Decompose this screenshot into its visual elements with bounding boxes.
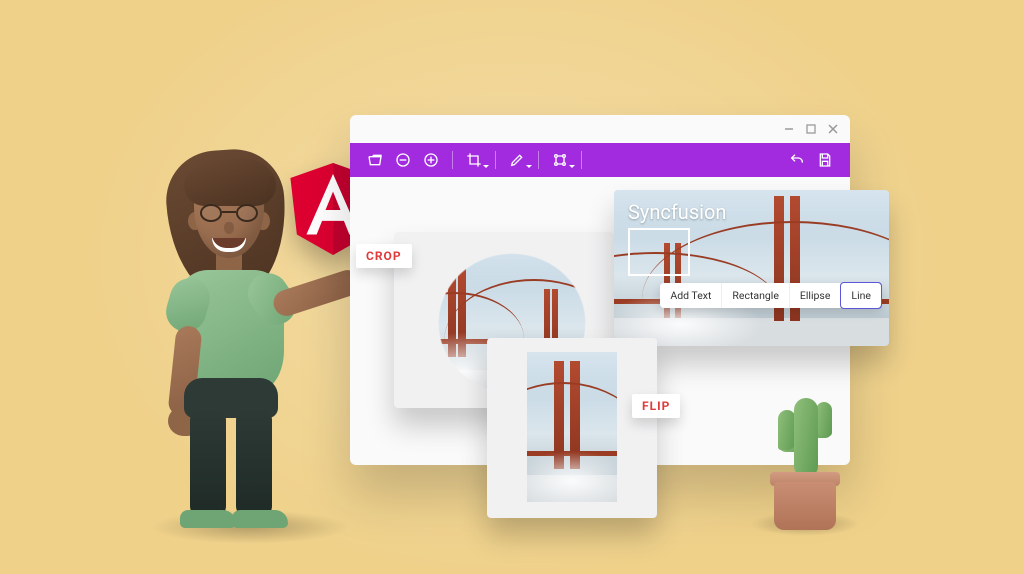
annotation-title: Syncfusion — [628, 200, 726, 224]
annotate-icon[interactable] — [504, 147, 530, 173]
close-button[interactable] — [826, 122, 840, 136]
annotation-shape-picker: Add Text Rectangle Ellipse Line — [660, 283, 881, 308]
open-icon[interactable] — [362, 147, 388, 173]
annotation-preview-card: Syncfusion Add Text Rectangle Ellipse Li… — [614, 190, 889, 346]
transform-icon[interactable] — [547, 147, 573, 173]
flip-tag: FLIP — [632, 394, 680, 418]
annotation-rectangle-overlay — [628, 228, 690, 276]
flip-preview-card — [487, 338, 657, 518]
minimize-button[interactable] — [782, 122, 796, 136]
cactus-illustration — [760, 380, 850, 530]
window-titlebar — [350, 115, 850, 143]
zoom-out-icon[interactable] — [390, 147, 416, 173]
crop-icon[interactable] — [461, 147, 487, 173]
crop-tag: CROP — [356, 244, 412, 268]
annotation-option-add-text[interactable]: Add Text — [660, 283, 722, 308]
annotation-option-rectangle[interactable]: Rectangle — [722, 283, 790, 308]
annotation-option-ellipse[interactable]: Ellipse — [790, 283, 842, 308]
maximize-button[interactable] — [804, 122, 818, 136]
editor-toolbar — [350, 143, 850, 177]
zoom-in-icon[interactable] — [418, 147, 444, 173]
save-icon[interactable] — [812, 147, 838, 173]
annotation-option-line[interactable]: Line — [840, 282, 882, 309]
undo-icon[interactable] — [784, 147, 810, 173]
